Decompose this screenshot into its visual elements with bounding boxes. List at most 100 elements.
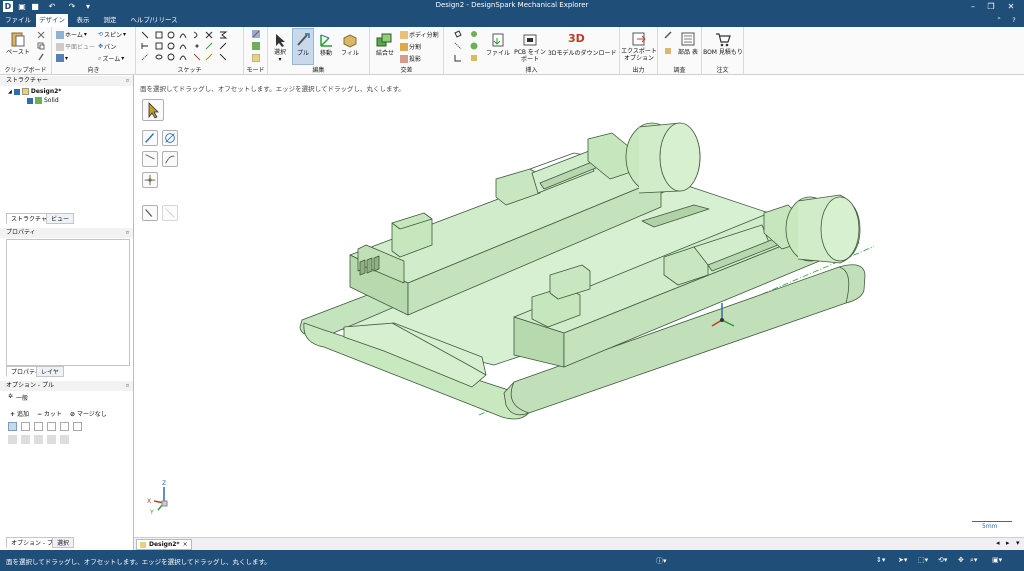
pull-revolve-tool[interactable] [142,151,158,167]
tab-design[interactable]: デザイン [36,14,68,27]
design-icon [21,88,29,95]
option-ruler-icon[interactable] [47,422,56,431]
paste-button[interactable]: ペースト [6,49,30,56]
cut-option[interactable]: − カット [37,409,62,418]
info-icon[interactable]: ⓘ▾ [656,556,667,566]
view-axis-indicator[interactable]: Z X Y [146,475,180,515]
display-mode-icon[interactable]: ▣▾ [992,556,1002,564]
plane-view-button[interactable]: 平面ビュー [56,42,95,51]
tab-list-icon[interactable]: ▾ [1016,539,1020,547]
pcb-import-button[interactable]: PCB をイン ポート [512,49,548,63]
pull-direction-tool[interactable] [142,130,158,146]
option-sweep-icon[interactable] [34,435,43,444]
paste-icon[interactable] [10,31,26,47]
pull-stop-tool[interactable] [162,130,178,146]
tab-layers[interactable]: レイヤ [36,366,64,377]
document-icon [140,541,146,548]
axis-icon[interactable] [454,42,462,50]
document-tab[interactable]: Design2* × [136,539,192,550]
export-options-button[interactable]: エクスポート オプション [620,48,658,62]
sketch-tools-icon[interactable] [140,30,240,64]
add-option[interactable]: + 追加 [10,409,29,418]
close-window-button[interactable]: ✕ [1004,0,1018,13]
option-pull-icon[interactable] [8,422,17,431]
no-merge-option[interactable]: ⊘ マージなし [70,409,107,418]
restore-button[interactable]: ❐ [984,0,998,13]
select-tool-button[interactable] [142,99,164,121]
collapse-ribbon-icon[interactable]: ⌃ [994,14,1004,27]
option-blend-icon[interactable] [60,435,69,444]
split-button[interactable]: 分割 [400,42,421,51]
tree-item-solid[interactable]: Solid [27,97,59,104]
spin-button[interactable]: ⟲ スピン ▾ [98,30,126,39]
parts-list-button[interactable]: 部品 表 [676,49,700,56]
option-draft-icon[interactable] [47,435,56,444]
sphere-icon[interactable] [470,42,478,50]
origin-icon[interactable] [454,54,462,62]
plane-icon[interactable] [454,30,462,38]
tab-help-release[interactable]: ヘルプ/リリース [126,14,182,27]
pin-icon[interactable]: ¤ [126,228,129,238]
3d-model-download-button[interactable]: 3Dモデルのダウンロード [548,50,616,57]
tab-view-panel[interactable]: ビュー [46,213,75,224]
pan-button[interactable]: ✥ パン [98,42,116,51]
options-general-section[interactable]: ✲ 一般 [8,393,28,402]
tab-file[interactable]: ファイル [4,14,32,27]
select-button[interactable]: 選択 ▾ [270,49,290,63]
pin-icon[interactable]: ¤ [126,381,129,391]
complete-tool[interactable] [142,205,158,221]
full-length-tool[interactable] [162,205,178,221]
collapse-arrow-icon[interactable]: ◢ [8,89,12,95]
tab-measure[interactable]: 測定 [98,14,122,27]
move-button[interactable]: 移動 [314,50,338,57]
pull-button[interactable]: プル [293,50,313,57]
minimize-button[interactable]: – [966,0,980,13]
fill-button[interactable]: フィル [338,50,362,57]
tab-selection[interactable]: 選択 [52,537,75,548]
tab-scroll-right-icon[interactable]: ▸ [1006,539,1010,547]
view-cube-button[interactable]: ▾ [56,54,68,62]
pull-sweep-tool[interactable] [162,151,178,167]
split-body-button[interactable]: ボディ分割 [400,30,439,39]
cut-icon[interactable] [37,31,45,39]
cursor-mode-icon[interactable]: ➤▾ [898,556,907,564]
file-import-button[interactable]: ファイル [484,50,512,57]
option-revolve-icon[interactable] [21,435,30,444]
3d-viewport[interactable]: 面を選択してドラッグし、オフセットします。エッジを選択してドラッグし、丸くします… [134,75,1024,537]
section-mode-icon[interactable] [252,42,260,50]
selection-box-icon[interactable]: ⬚▾ [918,556,928,564]
pin-icon[interactable]: ¤ [126,76,129,86]
measure-icon[interactable] [664,31,672,39]
option-measure-icon[interactable] [73,422,82,431]
option-extrude-icon[interactable] [8,435,17,444]
cylinder-icon[interactable] [470,30,478,38]
option-copy-icon[interactable] [60,422,69,431]
zoom-status-icon[interactable]: ⌕▾ [970,556,977,565]
bom-quote-button[interactable]: BOM 見積もり [702,49,744,56]
combine-button[interactable]: 結合せ [372,50,398,57]
pull-draft-tool[interactable] [142,172,158,188]
orbit-icon[interactable]: ⟲▾ [938,556,947,564]
option-both-sides-icon[interactable] [34,422,43,431]
zoom-button[interactable]: ⌕ ズーム ▾ [98,54,124,64]
3d-mode-icon[interactable] [252,54,260,62]
help-icon[interactable]: ? [1008,14,1020,27]
format-brush-icon[interactable] [37,53,45,61]
sketch-mode-icon[interactable] [252,30,260,38]
tab-scroll-left-icon[interactable]: ◂ [996,539,1000,547]
project-button[interactable]: 投影 [400,54,421,63]
box-icon[interactable] [470,54,478,62]
tree-item-design[interactable]: ◢ Design2* [8,88,61,95]
pull-icon [297,33,310,46]
option-up-to-icon[interactable] [21,422,30,431]
checkbox-icon[interactable] [13,88,20,95]
home-button[interactable]: ホーム ▾ [56,30,87,39]
close-tab-icon[interactable]: × [183,540,188,550]
check-geometry-icon[interactable] [664,47,672,55]
copy-icon[interactable] [37,42,45,50]
checkbox-icon[interactable] [27,97,33,104]
tab-view[interactable]: 表示 [72,14,94,27]
snap-icon[interactable]: ⇕▾ [876,556,885,564]
pan-status-icon[interactable]: ✥ [958,556,964,564]
3d-model[interactable] [284,101,874,426]
